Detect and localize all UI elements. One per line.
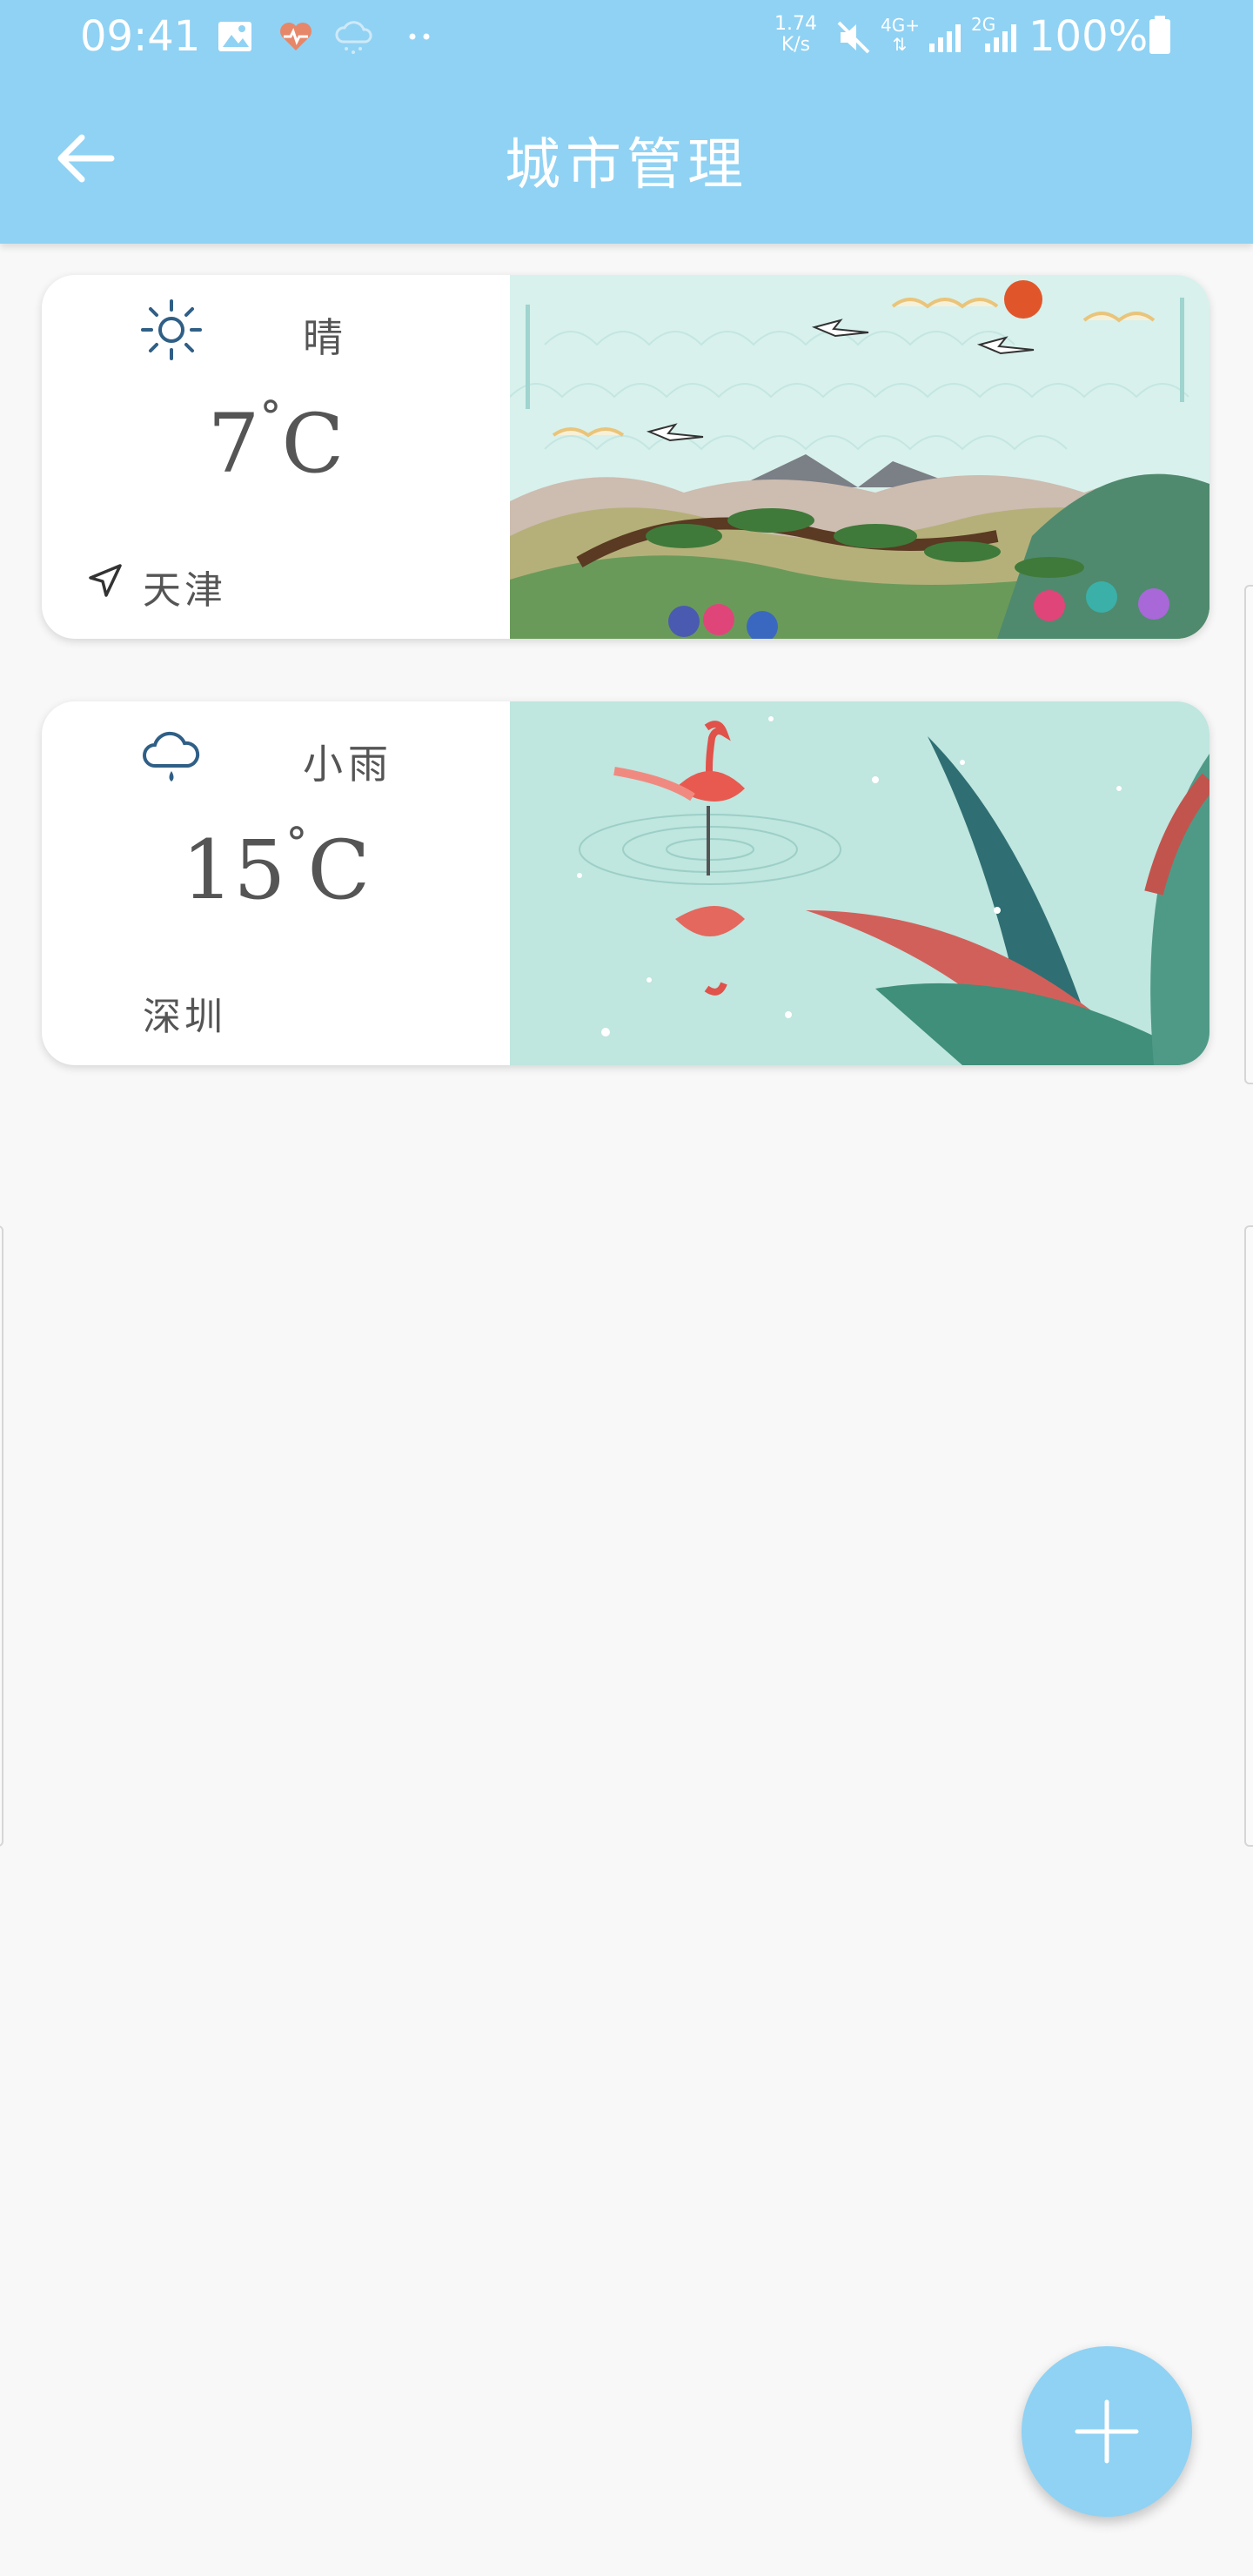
health-heart-icon — [280, 23, 312, 50]
add-city-button[interactable] — [1022, 2346, 1192, 2517]
location-arrow-icon — [89, 564, 122, 597]
gallery-notification-icon — [218, 22, 251, 51]
city-name: 深圳 — [143, 995, 226, 1039]
weather-summary: 晴 7°C 天津 — [42, 275, 510, 639]
city-card-tianjin[interactable]: 晴 7°C 天津 — [42, 275, 1209, 639]
status-bar: 09:41 1.74 K/s 4G+ ⇅ 2G 100% — [0, 0, 1253, 77]
mute-icon — [837, 21, 870, 54]
signal-strength-icon — [929, 24, 961, 52]
weather-cloud-notification-icon — [335, 21, 372, 54]
network-speed: 1.74 K/s — [774, 13, 817, 56]
degree-symbol: ° — [285, 818, 308, 869]
more-notifications-icon — [409, 33, 430, 40]
temperature: 7°C — [207, 392, 345, 492]
status-time: 09:41 — [80, 12, 201, 61]
right-edge-handle[interactable] — [1244, 585, 1253, 1084]
page-title: 城市管理 — [505, 133, 748, 198]
right-edge-panel — [1244, 1225, 1253, 1847]
plus-icon — [1075, 2399, 1139, 2464]
app-bar: 09:41 1.74 K/s 4G+ ⇅ 2G 100% 城市管理 — [0, 0, 1253, 244]
flamingo-art — [510, 701, 1209, 1065]
battery-icon — [1149, 16, 1170, 54]
signal-strength-2g-icon — [985, 24, 1016, 52]
rain-cloud-icon — [143, 731, 200, 782]
battery-percent: 100% — [1029, 12, 1149, 61]
weather-condition: 晴 — [303, 314, 348, 361]
city-name: 天津 — [143, 568, 226, 613]
weather-summary: 小雨 15°C 深圳 — [42, 701, 510, 1065]
sun-icon — [141, 299, 202, 360]
temperature: 15°C — [181, 818, 371, 918]
weather-condition: 小雨 — [303, 741, 393, 788]
landscape-cranes-art — [510, 275, 1209, 639]
network-4g-indicator: 4G+ ⇅ — [881, 15, 920, 55]
left-edge-panel — [0, 1225, 3, 1847]
degree-symbol: ° — [259, 392, 282, 442]
city-card-shenzhen[interactable]: 小雨 15°C 深圳 — [42, 701, 1209, 1065]
